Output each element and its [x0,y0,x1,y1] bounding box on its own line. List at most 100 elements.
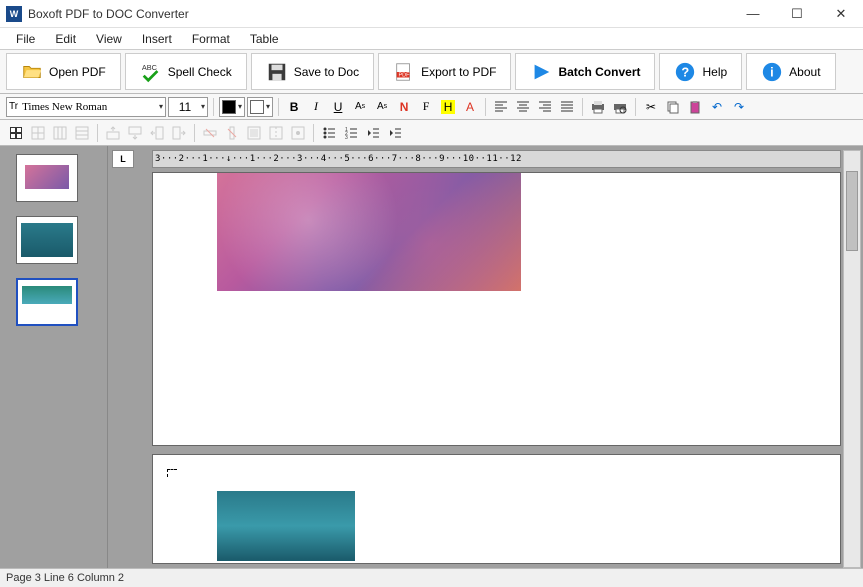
font-color-swatch [222,100,236,114]
editor-area: L 3···2···1···↓···1···2···3···4···5···6·… [108,146,863,568]
svg-text:?: ? [682,64,690,79]
vertical-scrollbar[interactable] [843,150,861,568]
merge-cells-button [244,123,264,143]
scrollbar-thumb[interactable] [846,171,858,251]
cut-button[interactable]: ✂ [641,97,661,117]
svg-text:PDF: PDF [399,72,411,78]
menu-format[interactable]: Format [182,30,240,48]
about-button[interactable]: i About [746,53,835,90]
play-icon [530,61,552,83]
spellcheck-icon: ABC [140,61,162,83]
insert-table-button[interactable] [6,123,26,143]
delete-row-button [200,123,220,143]
pdf-icon: PDF [393,61,415,83]
menubar: File Edit View Insert Format Table [0,28,863,50]
decrease-indent-button[interactable] [363,123,383,143]
copy-button[interactable] [663,97,683,117]
batch-convert-button[interactable]: Batch Convert [515,53,655,90]
close-button[interactable]: ✕ [819,0,863,28]
horizontal-ruler[interactable]: 3···2···1···↓···1···2···3···4···5···6···… [152,150,841,168]
window-title: Boxoft PDF to DOC Converter [28,7,731,21]
info-icon: i [761,61,783,83]
maximize-button[interactable]: ☐ [775,0,819,28]
save-doc-button[interactable]: Save to Doc [251,53,374,90]
bullet-list-button[interactable] [319,123,339,143]
insert-row-above-button [103,123,123,143]
split-cells-button [266,123,286,143]
app-icon: W [6,6,22,22]
align-justify-button[interactable] [557,97,577,117]
font-dialog-button[interactable]: F [416,97,436,117]
font-family-value: Times New Roman [20,101,157,113]
svg-text:i: i [770,64,774,79]
redo-button[interactable]: ↷ [729,97,749,117]
spell-check-label: Spell Check [168,65,232,79]
print-button[interactable] [588,97,608,117]
save-icon [266,61,288,83]
export-pdf-button[interactable]: PDF Export to PDF [378,53,511,90]
titlebar: W Boxoft PDF to DOC Converter — ☐ ✕ [0,0,863,28]
minimize-button[interactable]: — [731,0,775,28]
folder-open-icon [21,61,43,83]
table-props-button [288,123,308,143]
insert-col-left-button [147,123,167,143]
superscript-button[interactable]: As [350,97,370,117]
status-text: Page 3 Line 6 Column 2 [6,572,124,584]
table-grid-2-button [50,123,70,143]
spell-check-button[interactable]: ABC Spell Check [125,53,247,90]
open-pdf-button[interactable]: Open PDF [6,53,121,90]
menu-edit[interactable]: Edit [45,30,86,48]
subscript-button[interactable]: As [372,97,392,117]
numbered-list-button[interactable]: 123 [341,123,361,143]
batch-convert-label: Batch Convert [558,65,640,79]
ruler-origin[interactable]: L [112,150,134,168]
svg-text:ABC: ABC [142,63,158,72]
undo-button[interactable]: ↶ [707,97,727,117]
font-family-select[interactable]: Tr Times New Roman ▾ [6,97,166,117]
highlight-button[interactable]: H [438,97,458,117]
increase-indent-button[interactable] [385,123,405,143]
main-toolbar: Open PDF ABC Spell Check Save to Doc PDF… [0,50,863,94]
align-right-button[interactable] [535,97,555,117]
page-viewport[interactable] [152,172,841,568]
format-toolbar: Tr Times New Roman ▾ 11 ▾ ▾ ▾ B I U As A… [0,94,863,120]
embedded-image-2[interactable] [217,491,355,561]
align-center-button[interactable] [513,97,533,117]
bg-color-picker[interactable]: ▾ [247,97,273,117]
statusbar: Page 3 Line 6 Column 2 [0,568,863,587]
help-button[interactable]: ? Help [659,53,742,90]
font-color-picker[interactable]: ▾ [219,97,245,117]
page-thumbnail-2[interactable] [16,216,78,264]
font-size-value: 11 [171,100,199,114]
table-grid-3-button [72,123,92,143]
menu-table[interactable]: Table [240,30,289,48]
bold-button[interactable]: B [284,97,304,117]
strikeout-button[interactable]: N [394,97,414,117]
table-grid-1-button [28,123,48,143]
align-left-button[interactable] [491,97,511,117]
font-size-select[interactable]: 11 ▾ [168,97,208,117]
export-pdf-label: Export to PDF [421,65,496,79]
svg-text:3: 3 [345,135,348,140]
save-doc-label: Save to Doc [294,65,359,79]
menu-view[interactable]: View [86,30,132,48]
text-cursor-mark [167,469,177,477]
paste-button[interactable] [685,97,705,117]
print-preview-button[interactable] [610,97,630,117]
text-color-button[interactable]: A [460,97,480,117]
menu-file[interactable]: File [6,30,45,48]
page-thumbnail-3[interactable] [16,278,78,326]
delete-col-button [222,123,242,143]
menu-insert[interactable]: Insert [132,30,182,48]
table-toolbar: 123 [0,120,863,146]
underline-button[interactable]: U [328,97,348,117]
document-page-upper[interactable] [152,172,841,446]
workspace: L 3···2···1···↓···1···2···3···4···5···6·… [0,146,863,568]
about-label: About [789,65,820,79]
document-page-lower[interactable] [152,454,841,564]
italic-button[interactable]: I [306,97,326,117]
open-pdf-label: Open PDF [49,65,106,79]
bg-color-swatch [250,100,264,114]
embedded-image-1[interactable] [217,173,521,291]
page-thumbnail-1[interactable] [16,154,78,202]
